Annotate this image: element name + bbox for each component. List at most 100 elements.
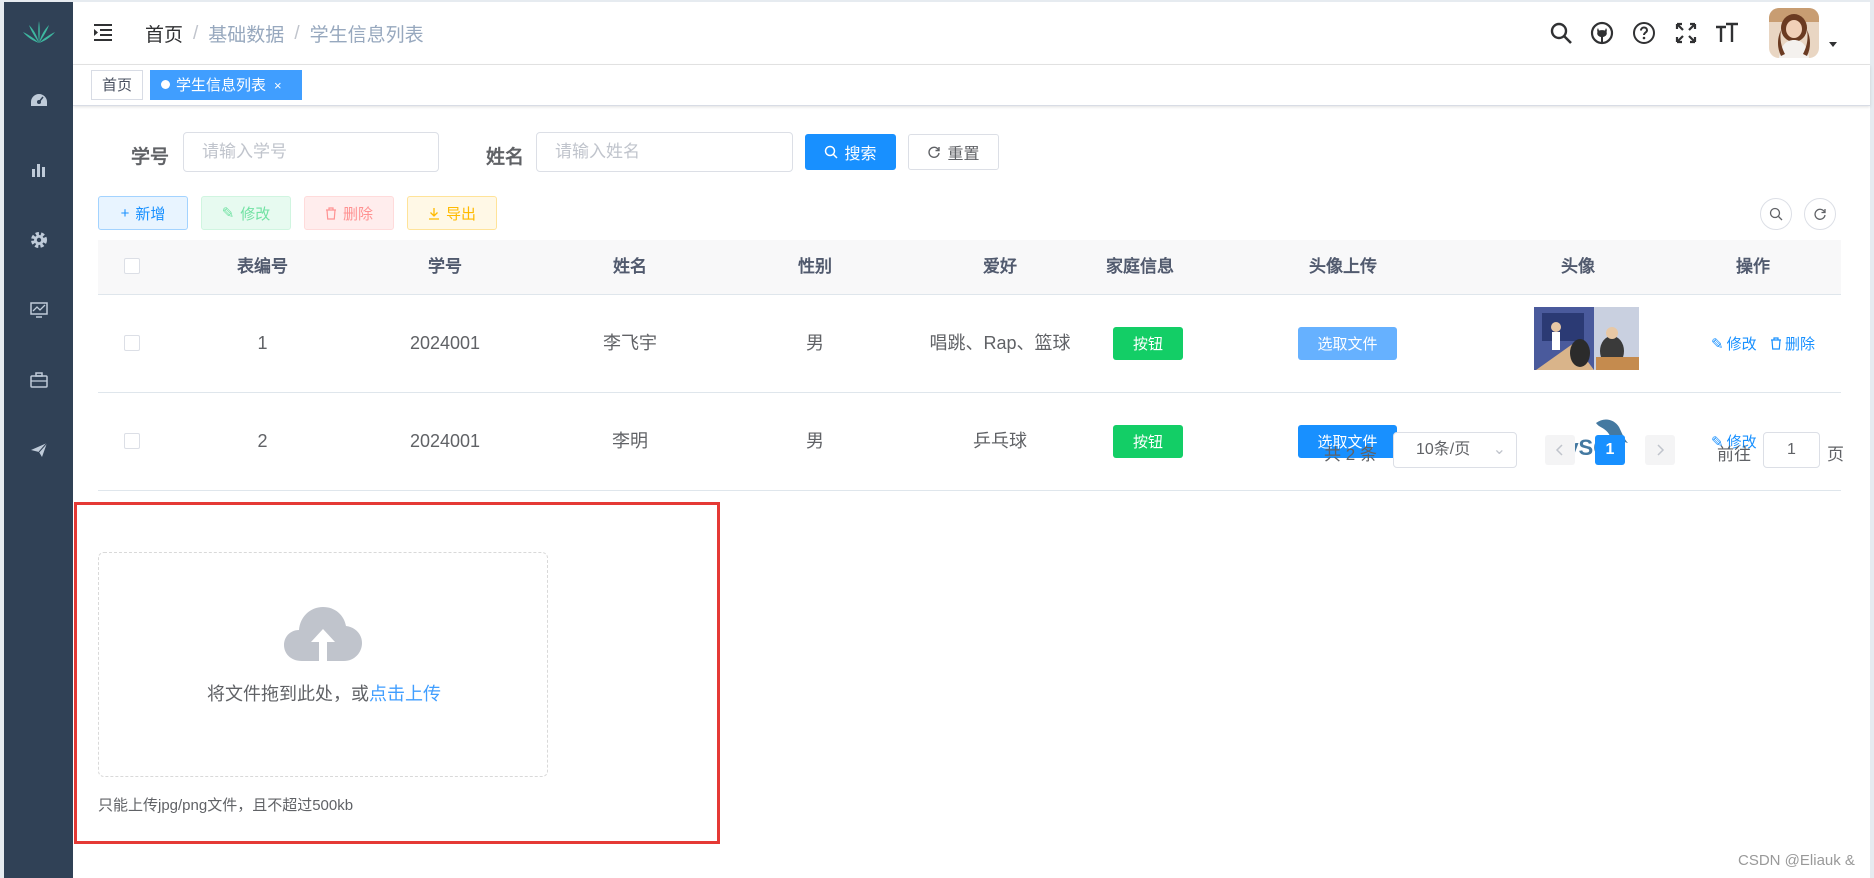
cell-table-no: 1 xyxy=(257,333,268,353)
search-icon xyxy=(1769,207,1783,221)
header-operations: 操作 xyxy=(1736,257,1770,276)
page-suffix: 页 xyxy=(1827,445,1844,464)
close-icon[interactable]: × xyxy=(274,78,282,93)
reset-button-label: 重置 xyxy=(947,146,980,163)
search-icon xyxy=(825,145,839,159)
cell-hobby: 乒乓球 xyxy=(973,431,1027,451)
header-family-info: 家庭信息 xyxy=(1106,257,1174,276)
breadcrumb-basic-data[interactable]: 基础数据 xyxy=(208,20,284,47)
page-number-current[interactable]: 1 xyxy=(1595,435,1625,465)
breadcrumb-home[interactable]: 首页 xyxy=(145,20,183,47)
plus-icon: + xyxy=(120,204,130,222)
fullscreen-icon[interactable] xyxy=(1673,20,1699,46)
monitor-icon[interactable] xyxy=(4,290,73,330)
header-gender: 性别 xyxy=(798,257,832,276)
add-button[interactable]: + 新增 xyxy=(98,196,188,230)
chart-icon[interactable] xyxy=(4,150,73,190)
tag-dot xyxy=(161,80,170,89)
tag-home[interactable]: 首页 xyxy=(91,70,143,100)
table-row: 2 2024001 李明 男 乒乓球 按钮 选取文件 MySQL ✎修改 删除 xyxy=(98,393,1841,491)
settings-icon[interactable] xyxy=(4,220,73,260)
cell-student-no: 2024001 xyxy=(409,333,481,353)
reset-button[interactable]: 重置 xyxy=(908,134,999,170)
chevron-right-icon xyxy=(1657,444,1665,456)
edit-button[interactable]: ✎ 修改 xyxy=(201,196,291,230)
export-button[interactable]: 导出 xyxy=(407,196,497,230)
refresh-icon xyxy=(928,146,941,158)
cell-hobby: 唱跳、Rap、篮球 xyxy=(929,333,1071,353)
watermark: CSDN @Eliauk & xyxy=(1738,852,1855,869)
chevron-down-icon: ⌄ xyxy=(1492,441,1506,458)
tag-active[interactable]: 学生信息列表 × xyxy=(150,70,302,100)
hamburger-icon[interactable] xyxy=(91,20,115,44)
delete-button[interactable]: 删除 xyxy=(304,196,394,230)
cell-name: 李飞宇 xyxy=(603,333,657,353)
header-student-no: 学号 xyxy=(428,257,462,276)
edit-button-label: 修改 xyxy=(240,205,271,223)
tag-active-label: 学生信息列表 xyxy=(176,77,267,94)
name-label: 姓名 xyxy=(486,147,525,168)
family-info-button[interactable]: 按钮 xyxy=(1113,327,1183,360)
refresh-table-button[interactable] xyxy=(1804,198,1836,230)
trash-icon xyxy=(1771,337,1781,350)
search-button-label: 搜索 xyxy=(844,146,877,163)
logo-icon[interactable] xyxy=(4,12,73,52)
student-no-input[interactable]: 请输入学号 xyxy=(183,132,439,172)
header-avatar: 头像 xyxy=(1561,257,1595,276)
toggle-search-button[interactable] xyxy=(1760,198,1792,230)
search-icon[interactable] xyxy=(1548,20,1574,46)
edit-icon: ✎ xyxy=(1711,335,1724,353)
select-all-checkbox[interactable] xyxy=(124,258,140,274)
search-button[interactable]: 搜索 xyxy=(805,134,896,170)
cell-student-no: 2024001 xyxy=(409,431,481,451)
row-checkbox[interactable] xyxy=(124,335,140,351)
row-delete-label: 删除 xyxy=(1785,336,1816,353)
breadcrumb-separator: / xyxy=(294,22,300,44)
header-hobby: 爱好 xyxy=(983,257,1017,276)
export-button-label: 导出 xyxy=(445,205,476,223)
header-name: 姓名 xyxy=(613,257,647,276)
next-page-button[interactable] xyxy=(1645,435,1675,465)
page-size-select[interactable]: 10条/页 ⌄ xyxy=(1393,432,1517,468)
cell-gender: 男 xyxy=(806,333,824,353)
family-info-button[interactable]: 按钮 xyxy=(1113,425,1183,458)
student-no-label: 学号 xyxy=(131,147,170,168)
cell-table-no: 2 xyxy=(257,431,268,451)
refresh-icon xyxy=(1814,208,1826,220)
toolbox-icon[interactable] xyxy=(4,360,73,400)
navbar: 首页 / 基础数据 / 学生信息列表 xyxy=(73,2,1870,65)
tags-view: 首页 学生信息列表 × xyxy=(73,65,1870,106)
chevron-down-icon[interactable] xyxy=(1829,42,1837,47)
name-input[interactable]: 请输入姓名 xyxy=(536,132,793,172)
add-button-label: 新增 xyxy=(135,205,166,223)
breadcrumb-separator: / xyxy=(193,22,199,44)
row-edit-label: 修改 xyxy=(1726,336,1757,353)
highlight-box xyxy=(74,502,720,844)
prev-page-button[interactable] xyxy=(1545,435,1575,465)
header-avatar-upload: 头像上传 xyxy=(1309,257,1377,276)
row-delete-link[interactable]: 删除 xyxy=(1770,333,1815,354)
cell-name: 李明 xyxy=(612,431,648,451)
row-edit-link[interactable]: ✎ 修改 xyxy=(1711,333,1757,354)
github-icon[interactable] xyxy=(1589,20,1615,46)
question-icon[interactable] xyxy=(1631,20,1657,46)
breadcrumb-current: 学生信息列表 xyxy=(309,25,424,46)
dashboard-icon[interactable] xyxy=(4,80,73,120)
page-size-value: 10条/页 xyxy=(1416,441,1471,458)
font-size-icon[interactable] xyxy=(1714,20,1740,46)
goto-label: 前往 xyxy=(1717,445,1751,464)
table-row: 1 2024001 李飞宇 男 唱跳、Rap、篮球 按钮 选取文件 ✎ 修改 删… xyxy=(98,295,1841,393)
row-checkbox[interactable] xyxy=(124,433,140,449)
select-file-button[interactable]: 选取文件 xyxy=(1298,327,1397,360)
delete-button-label: 删除 xyxy=(342,205,373,223)
send-icon[interactable] xyxy=(4,430,73,470)
avatar-thumbnail[interactable] xyxy=(1534,307,1639,370)
cell-gender: 男 xyxy=(806,431,824,451)
window-frame-right xyxy=(1870,0,1874,878)
pagination-total: 共 2 条 xyxy=(1324,445,1377,464)
edit-icon: ✎ xyxy=(221,205,235,222)
table-header: 表编号 学号 姓名 性别 爱好 家庭信息 头像上传 头像 操作 xyxy=(98,240,1841,295)
goto-page-input[interactable]: 1 xyxy=(1763,432,1820,468)
breadcrumb: 首页 / 基础数据 / 学生信息列表 xyxy=(145,20,424,47)
avatar[interactable] xyxy=(1769,8,1819,58)
